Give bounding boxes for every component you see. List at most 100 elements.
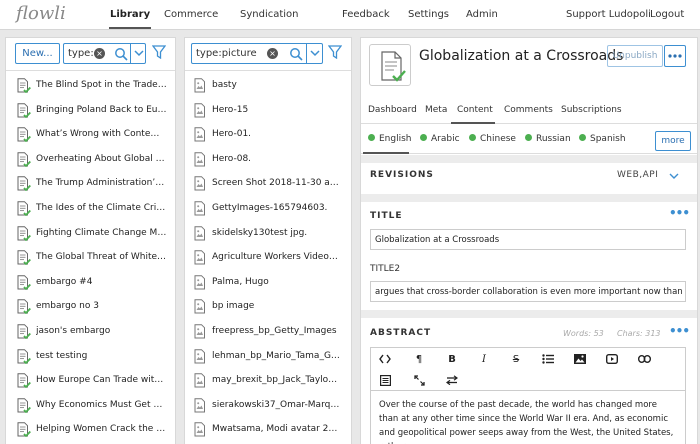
title-options-icon[interactable]: ••• bbox=[669, 206, 690, 220]
title2-field[interactable]: argues that cross-border collaboration i… bbox=[370, 281, 686, 302]
list-item[interactable]: may_brexit_bp_Jack_Taylor_Getty bbox=[185, 369, 351, 393]
nav-feedback[interactable]: Feedback bbox=[342, 9, 390, 20]
title-field[interactable]: Globalization at a Crossroads bbox=[370, 229, 686, 250]
list-item-label: The Blind Spot in the Trade Debate bbox=[36, 80, 168, 90]
list-item-label: embargo no 3 bbox=[36, 301, 99, 312]
video-icon[interactable] bbox=[601, 350, 623, 368]
tab-subscriptions[interactable]: Subscriptions bbox=[561, 105, 622, 115]
list-item[interactable]: Hero-15 bbox=[185, 99, 351, 123]
list-item[interactable]: Agriculture Workers Video_WebReady bbox=[185, 246, 351, 270]
list-item-label: The Ides of the Climate Crisis bbox=[36, 203, 168, 213]
tab-comments[interactable]: Comments bbox=[504, 105, 553, 115]
nav-syndication[interactable]: Syndication bbox=[240, 9, 299, 20]
lang-arabic[interactable]: Arabic bbox=[420, 134, 460, 144]
lang-english[interactable]: English bbox=[368, 134, 412, 144]
more-actions-button[interactable] bbox=[664, 45, 686, 67]
list-item[interactable]: Hero-08. bbox=[185, 148, 351, 172]
list-item[interactable]: lehman_bp_Mario_Tama_Getty_Images bbox=[185, 345, 351, 369]
paragraph-icon[interactable]: ¶ bbox=[408, 350, 430, 368]
tab-active-underline bbox=[451, 122, 495, 124]
list-item[interactable]: The Ides of the Climate Crisis bbox=[6, 197, 175, 221]
list-item[interactable]: embargo #4 bbox=[6, 271, 175, 295]
app-root: flowli Library Commerce Syndication Feed… bbox=[0, 0, 700, 444]
picture-icon bbox=[194, 299, 205, 314]
abstract-editor[interactable]: Over the course of the past decade, the … bbox=[370, 391, 686, 444]
list-item-label: Mwatsama, Modi avatar 2019. bbox=[212, 424, 340, 435]
lang-chinese[interactable]: Chinese bbox=[469, 134, 516, 144]
nav-commerce[interactable]: Commerce bbox=[164, 9, 218, 20]
italic-icon[interactable]: I bbox=[473, 350, 495, 368]
list-item[interactable]: What’s Wrong with Contemporary Conservat… bbox=[6, 123, 175, 147]
nav-logout[interactable]: Logout bbox=[650, 9, 684, 20]
list-item[interactable]: jason's embargo bbox=[6, 320, 175, 344]
articles-search-input[interactable]: type:a × bbox=[63, 43, 146, 64]
picture-icon bbox=[194, 324, 205, 339]
filter-icon[interactable] bbox=[152, 45, 166, 59]
nav-library[interactable]: Library bbox=[110, 9, 150, 20]
code-view-icon[interactable] bbox=[374, 350, 396, 368]
unpublish-button[interactable]: Unpublish bbox=[607, 45, 663, 67]
list-item-label: basty bbox=[212, 80, 237, 90]
picture-icon bbox=[194, 373, 205, 388]
list-item[interactable]: The Blind Spot in the Trade Debate bbox=[6, 74, 175, 98]
list-icon[interactable] bbox=[537, 350, 559, 368]
tab-meta[interactable]: Meta bbox=[425, 105, 447, 115]
table-icon[interactable] bbox=[374, 371, 396, 389]
list-item[interactable]: sierakowski37_Omar-Marques_Getty bbox=[185, 394, 351, 418]
list-item[interactable]: Mwatsama, Modi avatar 2019. bbox=[185, 418, 351, 442]
document-icon bbox=[17, 176, 31, 192]
document-icon bbox=[369, 44, 411, 86]
filter-icon[interactable] bbox=[328, 45, 342, 59]
chevron-down-icon[interactable] bbox=[133, 47, 145, 59]
more-languages-button[interactable]: more bbox=[655, 131, 691, 151]
abstract-options-icon[interactable]: ••• bbox=[669, 324, 690, 338]
search-icon[interactable] bbox=[289, 47, 303, 61]
nav-support[interactable]: Support Ludopoli bbox=[566, 9, 651, 20]
list-item[interactable]: Hero-01. bbox=[185, 123, 351, 147]
list-item[interactable]: Overheating About Global Warming bbox=[6, 148, 175, 172]
list-item[interactable]: Bringing Poland Back to Europe bbox=[6, 99, 175, 123]
clear-icon[interactable]: × bbox=[94, 48, 105, 59]
list-item[interactable]: test testing bbox=[6, 345, 175, 369]
fullscreen-icon[interactable] bbox=[408, 371, 430, 389]
list-item[interactable]: skidelsky130test jpg. bbox=[185, 222, 351, 246]
nav-admin[interactable]: Admin bbox=[466, 9, 498, 20]
nav-settings[interactable]: Settings bbox=[408, 9, 449, 20]
list-item[interactable]: freepress_bp_Getty_Images bbox=[185, 320, 351, 344]
lang-russian[interactable]: Russian bbox=[525, 134, 571, 144]
top-nav-bar: flowli Library Commerce Syndication Feed… bbox=[0, 0, 700, 30]
lang-spanish[interactable]: Spanish bbox=[579, 134, 626, 144]
list-item[interactable]: bp image bbox=[185, 295, 351, 319]
list-item[interactable]: The Global Threat of White Terror bbox=[6, 246, 175, 270]
document-icon bbox=[17, 373, 31, 389]
list-item[interactable]: embargo no 3 bbox=[6, 295, 175, 319]
revisions-panel[interactable]: REVISIONS WEB,API bbox=[361, 163, 697, 193]
chevron-down-icon[interactable] bbox=[309, 47, 321, 59]
search-icon[interactable] bbox=[114, 47, 128, 61]
bold-icon[interactable]: B bbox=[441, 350, 463, 368]
list-item-label: Overheating About Global Warming bbox=[36, 153, 168, 164]
list-item-label: jason's embargo bbox=[36, 326, 111, 336]
chevron-down-icon[interactable] bbox=[669, 171, 679, 181]
pictures-search-input[interactable]: type:picture × bbox=[191, 43, 323, 64]
list-item[interactable]: The Trump Administration’s Failed Polici… bbox=[6, 172, 175, 196]
list-item[interactable]: Why Economics Must Get Broader bbox=[6, 394, 175, 418]
image-icon[interactable] bbox=[569, 350, 591, 368]
list-item[interactable]: How Europe Can Trade with Iran bbox=[6, 369, 175, 393]
flowli-logo[interactable]: flowli bbox=[16, 3, 66, 24]
list-item[interactable]: Screen Shot 2018-11-30 at 11.22.45 bbox=[185, 172, 351, 196]
strikethrough-icon[interactable]: S bbox=[505, 350, 527, 368]
picture-icon bbox=[194, 176, 205, 191]
list-item[interactable]: Fighting Climate Change Means Fighting I… bbox=[6, 222, 175, 246]
list-item[interactable]: Palma, Hugo bbox=[185, 271, 351, 295]
list-item[interactable]: GettyImages-165794603. bbox=[185, 197, 351, 221]
list-item[interactable]: Helping Women Crack the “Expertise” Ceil… bbox=[6, 418, 175, 442]
tab-dashboard[interactable]: Dashboard bbox=[368, 105, 417, 115]
clear-icon[interactable]: × bbox=[267, 48, 278, 59]
link-icon[interactable] bbox=[633, 350, 655, 368]
language-tabs: English Arabic Chinese Russian Spanish m… bbox=[361, 126, 697, 154]
tab-content[interactable]: Content bbox=[457, 105, 493, 115]
swap-direction-icon[interactable] bbox=[441, 371, 463, 389]
list-item[interactable]: basty bbox=[185, 74, 351, 98]
new-button[interactable]: New... bbox=[15, 43, 60, 64]
